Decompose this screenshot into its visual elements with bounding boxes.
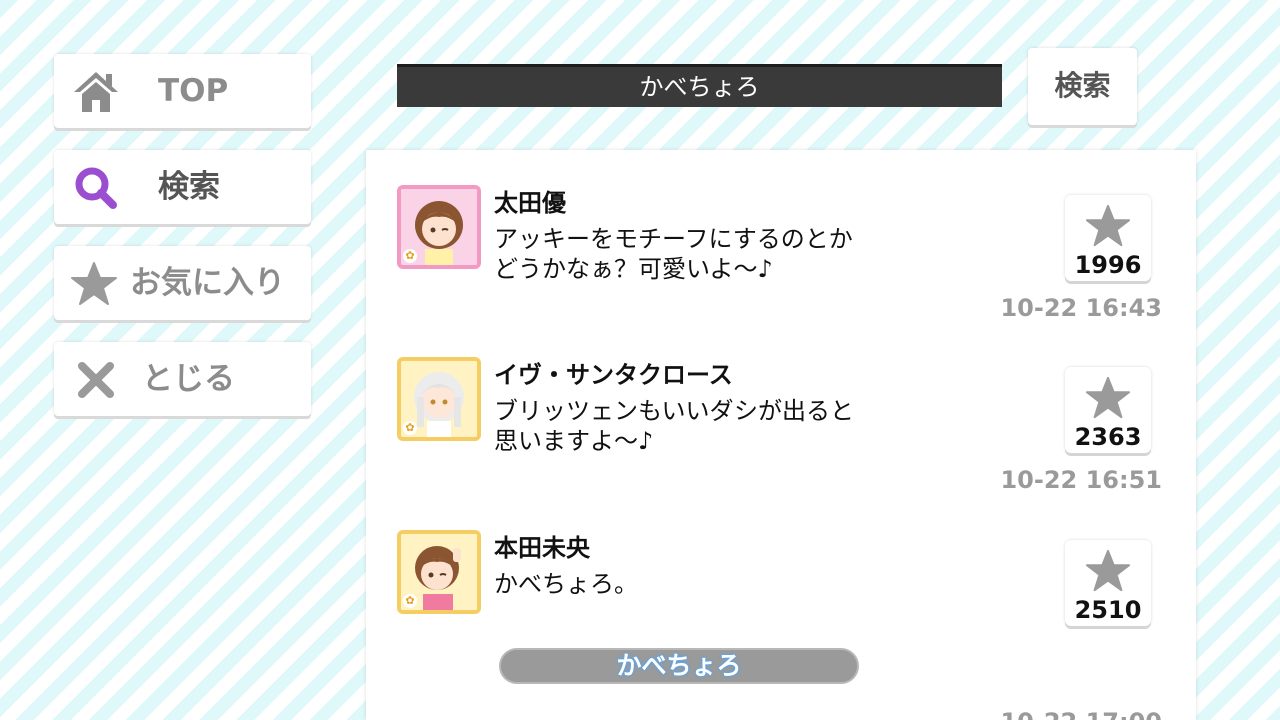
flower-badge-icon: ✿ xyxy=(403,421,417,435)
author-name: イヴ・サンタクロース xyxy=(494,361,733,389)
nav-top-label: TOP xyxy=(158,73,229,109)
star-icon xyxy=(1085,204,1131,247)
timestamp: 10-22 16:43 xyxy=(1000,294,1162,322)
keyword-bubble: かべちょろ xyxy=(499,648,859,684)
message-text: ブリッツェンもいいダシが出ると 思いますよ〜♪ xyxy=(494,396,914,456)
nav-top-button[interactable]: TOP xyxy=(54,54,311,128)
avatar: ✿ xyxy=(397,530,481,614)
timestamp: 10-22 16:51 xyxy=(1000,466,1162,494)
message-line: どうかなぁ？可愛いよ〜♪ xyxy=(494,255,773,283)
nav-search-button[interactable]: 検索 xyxy=(54,150,311,224)
result-item: ✿ 本田未央 かべちょろ。 2510 xyxy=(366,495,1196,667)
like-count: 2510 xyxy=(1074,596,1142,624)
search-icon xyxy=(72,164,120,212)
author-name: 本田未央 xyxy=(494,534,590,562)
message-text: アッキーをモチーフにするのとか どうかなぁ？可愛いよ〜♪ xyxy=(494,224,914,284)
results-panel[interactable]: ✿ 太田優 アッキーをモチーフにするのとか どうかなぁ？可愛いよ〜♪ 1996 … xyxy=(366,150,1196,720)
nav-favorites-label: お気に入り xyxy=(130,265,285,301)
nav-close-label: とじる xyxy=(142,361,235,397)
avatar: ✿ xyxy=(397,357,481,441)
star-icon xyxy=(1085,549,1131,592)
flower-badge-icon: ✿ xyxy=(403,594,417,608)
result-item: ✿ 太田優 アッキーをモチーフにするのとか どうかなぁ？可愛いよ〜♪ 1996 … xyxy=(366,150,1196,322)
timestamp: 10-22 17:00 xyxy=(1000,708,1162,720)
message-text: かべちょろ。 xyxy=(494,569,914,599)
home-icon xyxy=(72,68,120,116)
search-input[interactable]: かべちょろ xyxy=(397,64,1002,107)
like-button[interactable]: 2510 xyxy=(1065,540,1151,626)
star-icon xyxy=(70,260,118,308)
star-icon xyxy=(1085,376,1131,419)
author-name: 太田優 xyxy=(494,189,566,217)
message-line: アッキーをモチーフにするのとか xyxy=(494,225,853,253)
result-item: ✿ イヴ・サンタクロース ブリッツェンもいいダシが出ると 思いますよ〜♪ 236… xyxy=(366,322,1196,494)
message-line: 思いますよ〜♪ xyxy=(494,427,654,455)
search-button[interactable]: 検索 xyxy=(1028,48,1137,125)
like-button[interactable]: 1996 xyxy=(1065,195,1151,281)
nav-close-button[interactable]: とじる xyxy=(54,342,311,416)
nav-search-label: 検索 xyxy=(158,169,220,205)
flower-badge-icon: ✿ xyxy=(403,249,417,263)
like-count: 1996 xyxy=(1074,251,1142,279)
avatar: ✿ xyxy=(397,185,481,269)
message-line: ブリッツェンもいいダシが出ると xyxy=(494,397,854,425)
message-line: かべちょろ。 xyxy=(494,570,638,598)
close-icon xyxy=(72,356,120,404)
like-count: 2363 xyxy=(1074,423,1142,451)
nav-favorites-button[interactable]: お気に入り xyxy=(54,246,311,320)
like-button[interactable]: 2363 xyxy=(1065,367,1151,453)
